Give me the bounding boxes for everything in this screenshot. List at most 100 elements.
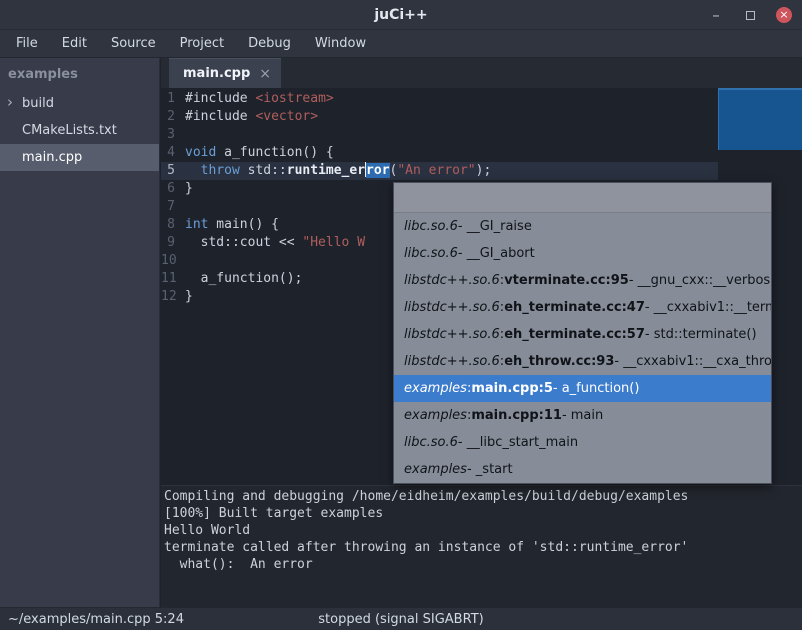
stack-frame-row[interactable]: libc.so.6 - __GI_raise (394, 213, 771, 240)
sidebar-item-main-cpp[interactable]: main.cpp (0, 144, 159, 171)
code-token-sel: ror (366, 163, 389, 178)
code-text: void a_function() { (183, 144, 334, 162)
menu-edit[interactable]: Edit (50, 31, 99, 56)
code-token-fn: - __GI_raise (458, 219, 532, 234)
sidebar-item-cmakelists-txt[interactable]: CMakeLists.txt (0, 117, 159, 144)
code-token-p: a_function(); (185, 271, 302, 286)
tab-close-icon[interactable]: × (259, 66, 271, 82)
code-line[interactable]: 3 (161, 126, 802, 144)
code-token-inc: <vector> (255, 109, 318, 124)
line-number: 11 (161, 270, 183, 288)
code-token-s: "Hello W (302, 235, 365, 250)
tab-label: main.cpp (183, 66, 250, 81)
code-token-fn: - __gnu_cxx::__verbos (629, 273, 770, 288)
menu-file[interactable]: File (4, 31, 50, 56)
titlebar: juCi++ – × (0, 0, 802, 30)
code-token-loc: eh_terminate.cc:47 (504, 300, 645, 315)
status-file-position: ~/examples/main.cpp 5:24 (8, 612, 184, 627)
code-token-k: throw (201, 163, 240, 178)
code-token-lib: examples (404, 381, 467, 396)
code-token-p: } (185, 181, 193, 196)
code-text (183, 198, 185, 216)
menu-project[interactable]: Project (168, 31, 236, 56)
line-number: 4 (161, 144, 183, 162)
code-token-loc: eh_terminate.cc:57 (504, 327, 645, 342)
close-icon[interactable]: × (776, 7, 792, 23)
code-token-loc: main.cpp:11 (471, 408, 562, 423)
code-token-lib: examples (404, 462, 467, 477)
stack-frame-row[interactable]: libstdc++.so.6:eh_throw.cc:93 - __cxxabi… (394, 348, 771, 375)
stack-popup-header (394, 183, 771, 213)
code-token-inc: <iostream> (255, 91, 333, 106)
code-line[interactable]: 5 throw std::runtime_error("An error"); (161, 162, 802, 180)
line-number: 6 (161, 180, 183, 198)
terminal-line: [100%] Built target examples (164, 505, 802, 522)
code-text: #include <iostream> (183, 90, 334, 108)
code-token-p: } (185, 289, 193, 304)
terminal-line: terminate called after throwing an insta… (164, 539, 802, 556)
line-number: 12 (161, 288, 183, 306)
code-token-fn: - _start (467, 462, 513, 477)
code-line[interactable]: 2#include <vector> (161, 108, 802, 126)
file-tree: ›build CMakeLists.txt main.cpp (0, 90, 159, 171)
minimize-icon[interactable]: – (708, 7, 724, 23)
project-folder-label: examples (0, 58, 159, 90)
statusbar: ~/examples/main.cpp 5:24 stopped (signal… (0, 607, 802, 630)
stack-frame-row[interactable]: examples - _start (394, 456, 771, 483)
code-token-k: void (185, 145, 216, 160)
tab-main-cpp[interactable]: main.cpp × (169, 58, 281, 88)
tabbar: main.cpp × (161, 58, 802, 88)
code-token-p: ); (476, 163, 492, 178)
line-number: 9 (161, 234, 183, 252)
stack-frame-row[interactable]: libstdc++.so.6:eh_terminate.cc:57 - std:… (394, 321, 771, 348)
code-token-fn: - __libc_start_main (458, 435, 578, 450)
code-text (183, 126, 185, 144)
line-number: 1 (161, 90, 183, 108)
code-line[interactable]: 4void a_function() { (161, 144, 802, 162)
code-token-loc: main.cpp:5 (471, 381, 553, 396)
code-token-fn: - a_function() (553, 381, 640, 396)
code-token-lib: libstdc++.so.6 (404, 354, 500, 369)
code-token-lib: examples (404, 408, 467, 423)
code-text: int main() { (183, 216, 279, 234)
menu-source[interactable]: Source (99, 31, 168, 56)
stack-frame-row[interactable]: libstdc++.so.6:vterminate.cc:95 - __gnu_… (394, 267, 771, 294)
stack-frame-row[interactable]: libc.so.6 - __libc_start_main (394, 429, 771, 456)
line-number: 10 (161, 252, 183, 270)
terminal-output[interactable]: Compiling and debugging /home/eidheim/ex… (161, 485, 802, 607)
menu-window[interactable]: Window (303, 31, 378, 56)
code-token-p: a_function() { (216, 145, 333, 160)
window-title: juCi++ (374, 7, 427, 23)
sidebar-item-label: CMakeLists.txt (22, 123, 117, 138)
code-token-k: int (185, 217, 208, 232)
code-token-fn: - __GI_abort (458, 246, 535, 261)
terminal-line: Compiling and debugging /home/eidheim/ex… (164, 488, 802, 505)
code-token-fn: - std::terminate() (645, 327, 757, 342)
code-token-p: main() { (208, 217, 278, 232)
terminal-line: what(): An error (164, 556, 802, 573)
code-token-fn: - __cxxabiv1::__cxa_thro (614, 354, 771, 369)
sidebar-item-build[interactable]: ›build (0, 90, 159, 117)
stack-frame-list: libc.so.6 - __GI_raiselibc.so.6 - __GI_a… (394, 213, 771, 483)
stack-frame-row[interactable]: libstdc++.so.6:eh_terminate.cc:47 - __cx… (394, 294, 771, 321)
menu-debug[interactable]: Debug (236, 31, 303, 56)
code-token-lib: libstdc++.so.6 (404, 327, 500, 342)
line-number: 7 (161, 198, 183, 216)
restore-icon[interactable] (742, 7, 758, 23)
status-debug-state: stopped (signal SIGABRT) (318, 612, 483, 627)
stack-frame-row[interactable]: libc.so.6 - __GI_abort (394, 240, 771, 267)
window-controls: – × (708, 0, 792, 30)
code-token-loc: vterminate.cc:95 (504, 273, 629, 288)
code-text: #include <vector> (183, 108, 318, 126)
code-line[interactable]: 1#include <iostream> (161, 90, 802, 108)
restore-box-shape (746, 11, 755, 20)
code-token-s: "An error" (397, 163, 475, 178)
code-token-p (185, 163, 201, 178)
code-text (183, 252, 185, 270)
code-token-fn: - __cxxabiv1::__term (645, 300, 771, 315)
stack-frame-row[interactable]: examples:main.cpp:5 - a_function() (394, 375, 771, 402)
sidebar-item-label: main.cpp (22, 150, 82, 165)
code-token-lib: libstdc++.so.6 (404, 300, 500, 315)
code-text: a_function(); (183, 270, 302, 288)
stack-frame-row[interactable]: examples:main.cpp:11 - main (394, 402, 771, 429)
